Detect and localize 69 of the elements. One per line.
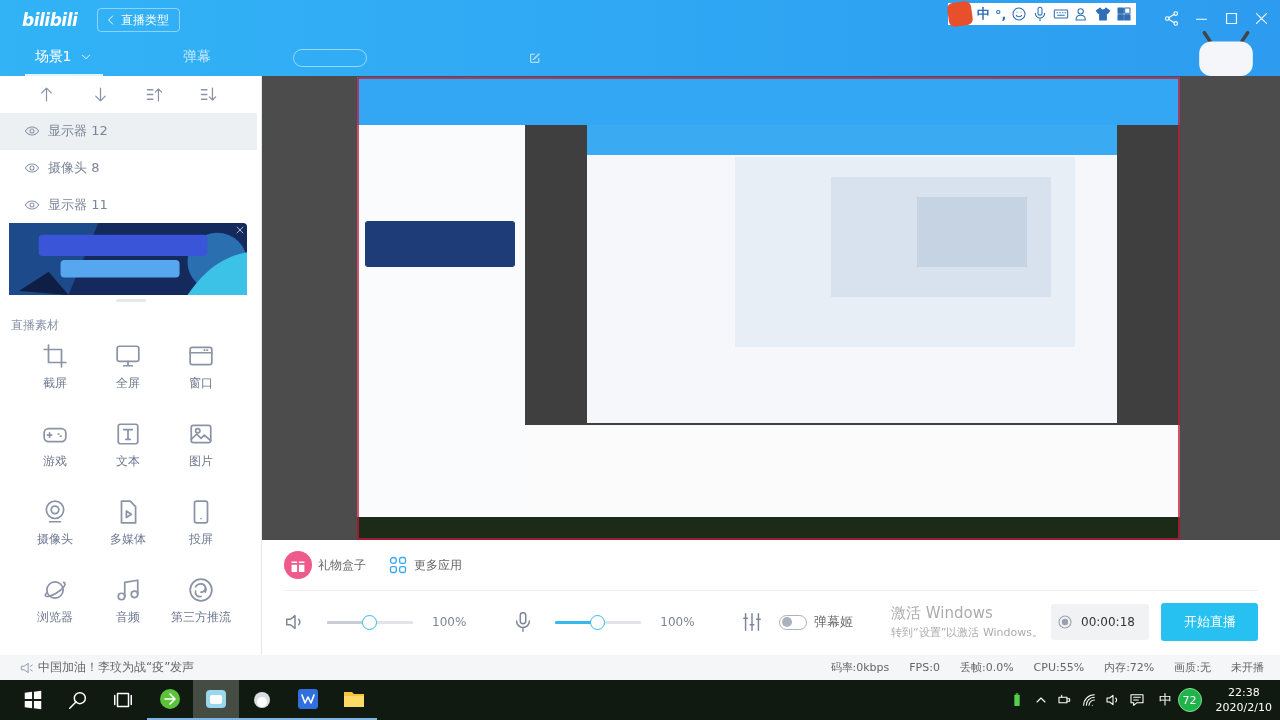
status-text: CPU:55% bbox=[1033, 661, 1085, 674]
browser-app-icon bbox=[158, 687, 182, 711]
section-title: 直播素材 bbox=[10, 317, 60, 334]
search-icon[interactable] bbox=[67, 689, 89, 711]
punctuation-toggle[interactable]: °, bbox=[995, 6, 1007, 22]
material-button[interactable]: 第三方推流 bbox=[164, 577, 237, 656]
tiles-icon[interactable] bbox=[1116, 6, 1133, 22]
clock-time[interactable]: 22:38 bbox=[1227, 685, 1260, 700]
status-text: 画质:无 bbox=[1174, 660, 1211, 675]
input-method[interactable]: 中 bbox=[1158, 691, 1172, 709]
slider-thumb[interactable] bbox=[590, 614, 606, 630]
material-button[interactable]: 游戏 bbox=[18, 421, 91, 500]
monitor-icon bbox=[114, 343, 141, 370]
material-button[interactable]: 摄像头 bbox=[18, 499, 91, 578]
megaphone-icon bbox=[20, 660, 34, 675]
emoji-icon[interactable] bbox=[1011, 6, 1028, 22]
keyboard-icon[interactable] bbox=[1053, 6, 1070, 22]
volume-reading: 100% bbox=[432, 615, 467, 629]
music-icon bbox=[114, 577, 141, 604]
material-button[interactable]: 浏览器 bbox=[18, 577, 91, 656]
gift-icon bbox=[284, 551, 312, 579]
status-badge[interactable]: 72 bbox=[1177, 688, 1202, 712]
clock-date[interactable]: 2020/2/10 bbox=[1215, 700, 1272, 715]
source-name: 显示器 12 bbox=[48, 122, 108, 141]
material-button[interactable]: 多媒体 bbox=[91, 499, 164, 578]
slider-thumb[interactable] bbox=[362, 614, 377, 630]
mixer-icon[interactable] bbox=[740, 611, 763, 633]
taskbar-app[interactable] bbox=[193, 680, 239, 720]
source-name: 显示器 11 bbox=[48, 195, 108, 214]
ime-mode[interactable]: 中 bbox=[977, 5, 990, 23]
source-item[interactable]: 显示器 11 bbox=[0, 186, 257, 224]
shirt-icon[interactable] bbox=[1095, 6, 1112, 22]
wifi-icon[interactable] bbox=[1080, 692, 1097, 708]
status-text: 码率:0kbps bbox=[830, 660, 890, 675]
material-button[interactable]: 音频 bbox=[91, 577, 164, 656]
material-button[interactable]: 文本 bbox=[91, 421, 164, 500]
apps-icon bbox=[388, 555, 408, 575]
toggle-label: 弹幕姬 bbox=[813, 613, 853, 631]
status-text: 内存:72% bbox=[1104, 660, 1155, 675]
volume-reading: 100% bbox=[660, 615, 695, 629]
status-text: 丢帧:0.0% bbox=[959, 660, 1014, 675]
record-icon bbox=[1057, 614, 1073, 630]
activation-hint: 转到“设置”以激活 Windows。 bbox=[891, 625, 1043, 640]
ime-logo-icon[interactable] bbox=[946, 0, 974, 28]
maximize-icon[interactable] bbox=[1223, 10, 1240, 27]
material-button[interactable]: 窗口 bbox=[164, 343, 237, 422]
material-button[interactable]: 投屏 bbox=[164, 499, 237, 578]
logo: bilibili bbox=[22, 10, 78, 30]
app-button[interactable]: 更多应用 bbox=[388, 555, 462, 575]
material-button[interactable]: 截屏 bbox=[18, 343, 91, 422]
announcement-link[interactable]: 中国加油！李玟为战“疫”发声 bbox=[38, 659, 195, 676]
share-icon[interactable] bbox=[1163, 10, 1180, 27]
material-button[interactable]: 图片 bbox=[164, 421, 237, 500]
close-icon[interactable] bbox=[235, 225, 245, 236]
activation-title: 激活 Windows bbox=[891, 604, 994, 623]
source-name: 摄像头 8 bbox=[48, 158, 100, 177]
app-button[interactable]: 礼物盒子 bbox=[284, 551, 366, 579]
timer-text: 00:00:18 bbox=[1081, 615, 1135, 629]
status-text: FPS:0 bbox=[909, 661, 940, 674]
windows-icon[interactable] bbox=[22, 689, 44, 711]
notification-icon[interactable] bbox=[1128, 692, 1145, 708]
wps-app-icon bbox=[296, 687, 320, 711]
material-button[interactable]: 全屏 bbox=[91, 343, 164, 422]
text-icon bbox=[114, 421, 141, 448]
back-button[interactable]: 直播类型 bbox=[97, 8, 181, 32]
source-item[interactable]: 显示器 12 bbox=[0, 112, 257, 150]
crop-icon bbox=[41, 343, 68, 370]
source-item[interactable]: 摄像头 8 bbox=[0, 149, 257, 187]
status-text: 未开播 bbox=[1231, 660, 1264, 675]
